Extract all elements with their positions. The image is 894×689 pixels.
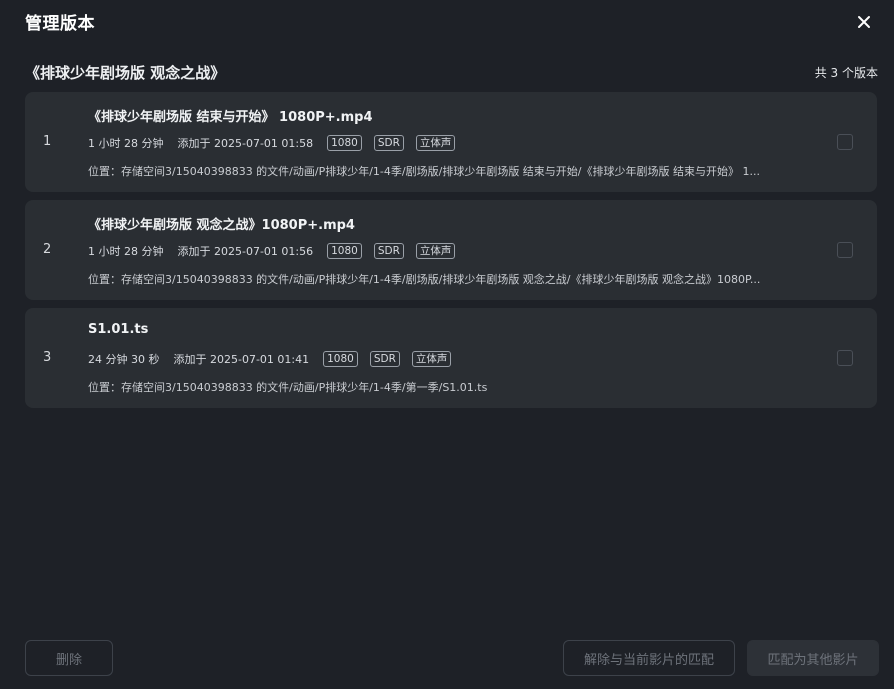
- version-path: 位置：存储空间3/15040398833 的文件/动画/P排球少年/1-4季/剧…: [88, 165, 760, 178]
- dynamic-range-badge: SDR: [373, 242, 404, 259]
- version-filename: S1.01.ts: [88, 322, 149, 337]
- version-meta: 1 小时 28 分钟 添加于 2025-07-01 01:58 1080 SDR…: [88, 134, 467, 151]
- version-count: 共 3 个版本: [814, 66, 878, 80]
- version-list: 1 《排球少年剧场版 结束与开始》 1080P+.mp4 1 小时 28 分钟 …: [25, 92, 877, 416]
- version-checkbox[interactable]: [837, 134, 853, 150]
- dynamic-range-badge: SDR: [373, 134, 404, 151]
- version-duration: 1 小时 28 分钟: [88, 244, 164, 258]
- unmatch-button[interactable]: 解除与当前影片的匹配: [563, 640, 735, 676]
- version-meta: 1 小时 28 分钟 添加于 2025-07-01 01:56 1080 SDR…: [88, 242, 467, 259]
- version-filename: 《排球少年剧场版 观念之战》1080P+.mp4: [88, 218, 355, 233]
- version-added-date: 添加于 2025-07-01 01:56: [177, 244, 314, 258]
- version-item[interactable]: 3 S1.01.ts 24 分钟 30 秒 添加于 2025-07-01 01:…: [25, 308, 877, 408]
- version-filename: 《排球少年剧场版 结束与开始》 1080P+.mp4: [88, 110, 373, 125]
- version-duration: 24 分钟 30 秒: [88, 352, 160, 366]
- close-button[interactable]: [852, 10, 876, 34]
- version-item[interactable]: 2 《排球少年剧场版 观念之战》1080P+.mp4 1 小时 28 分钟 添加…: [25, 200, 877, 300]
- audio-badge: 立体声: [415, 134, 456, 151]
- version-duration: 1 小时 28 分钟: [88, 136, 164, 150]
- movie-title: 《排球少年剧场版 观念之战》: [25, 64, 226, 82]
- version-path: 位置：存储空间3/15040398833 的文件/动画/P排球少年/1-4季/第…: [88, 381, 488, 394]
- resolution-badge: 1080: [327, 242, 362, 259]
- version-index: 1: [43, 134, 52, 149]
- close-icon: [858, 16, 870, 28]
- match-other-movie-button[interactable]: 匹配为其他影片: [747, 640, 879, 676]
- version-added-date: 添加于 2025-07-01 01:58: [177, 136, 314, 150]
- audio-badge: 立体声: [415, 242, 456, 259]
- resolution-badge: 1080: [327, 134, 362, 151]
- version-path: 位置：存储空间3/15040398833 的文件/动画/P排球少年/1-4季/剧…: [88, 273, 761, 286]
- audio-badge: 立体声: [411, 350, 452, 367]
- version-checkbox[interactable]: [837, 242, 853, 258]
- dialog-title: 管理版本: [25, 14, 95, 34]
- version-meta: 24 分钟 30 秒 添加于 2025-07-01 01:41 1080 SDR…: [88, 350, 463, 367]
- dynamic-range-badge: SDR: [369, 350, 400, 367]
- version-checkbox[interactable]: [837, 350, 853, 366]
- version-item[interactable]: 1 《排球少年剧场版 结束与开始》 1080P+.mp4 1 小时 28 分钟 …: [25, 92, 877, 192]
- version-index: 2: [43, 242, 52, 257]
- delete-button[interactable]: 删除: [25, 640, 113, 676]
- resolution-badge: 1080: [323, 350, 358, 367]
- version-index: 3: [43, 350, 52, 365]
- version-added-date: 添加于 2025-07-01 01:41: [173, 352, 310, 366]
- manage-versions-dialog: 管理版本 《排球少年剧场版 观念之战》 共 3 个版本 1 《排球少年剧场版 结…: [0, 0, 894, 689]
